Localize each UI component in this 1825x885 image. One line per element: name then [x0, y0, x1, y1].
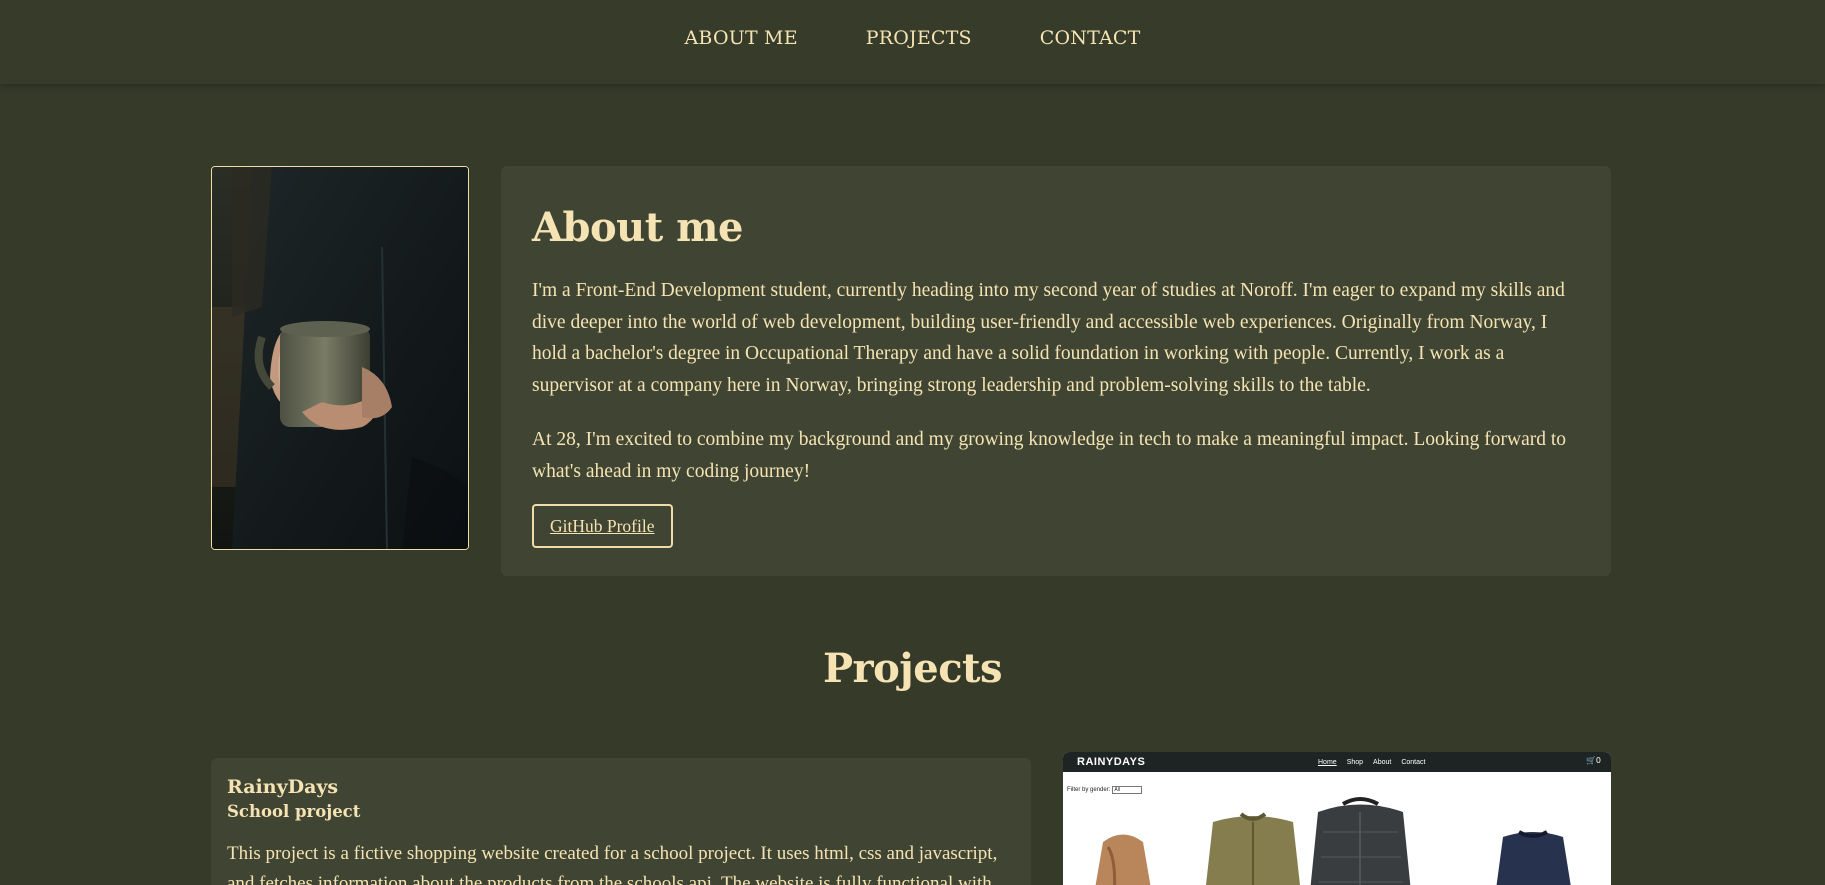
project-screenshot[interactable]: RAINYDAYS Home Shop About Contact 🛒0 Fil…	[1063, 752, 1611, 885]
nav-link-contact[interactable]: CONTACT	[1040, 27, 1141, 49]
screenshot-link-contact: Contact	[1401, 758, 1426, 766]
about-paragraph-2: At 28, I'm excited to combine my backgro…	[532, 429, 1567, 482]
about-title: About me	[532, 204, 743, 251]
screenshot-link-home: Home	[1318, 758, 1337, 766]
screenshot-products	[1095, 797, 1571, 885]
screenshot-link-about: About	[1373, 758, 1392, 766]
jacket-image-4	[1496, 830, 1571, 885]
github-profile-button[interactable]: GitHub Profile	[532, 504, 673, 548]
about-card: About me I'm a Front-End Development stu…	[501, 166, 1611, 576]
cart-icon: 🛒0	[1585, 756, 1601, 765]
screenshot-logo: RAINYDAYS	[1077, 756, 1146, 768]
main-nav: ABOUT ME PROJECTS CONTACT	[0, 0, 1825, 84]
screenshot-navbar: RAINYDAYS Home Shop About Contact 🛒0	[1063, 752, 1611, 772]
cart-count: 0	[1595, 756, 1601, 765]
project-name: RainyDays	[227, 776, 339, 798]
screenshot-link-shop: Shop	[1346, 758, 1364, 766]
coffee-mug-photo	[212, 167, 468, 549]
profile-photo	[211, 166, 469, 550]
project-subtitle: School project	[227, 802, 361, 821]
projects-title: Projects	[822, 645, 1003, 692]
jacket-image-2	[1206, 812, 1300, 885]
nav-link-about[interactable]: ABOUT ME	[685, 27, 798, 49]
project-description: This project is a fictive shopping websi…	[227, 843, 998, 885]
project-card: RainyDays School project This project is…	[211, 758, 1031, 885]
jacket-image-3	[1310, 797, 1411, 885]
jacket-image-1	[1095, 834, 1151, 885]
nav-link-projects[interactable]: PROJECTS	[866, 27, 972, 49]
screenshot-nav-links: Home Shop About Contact	[1318, 752, 1425, 772]
about-paragraph-1: I'm a Front-End Development student, cur…	[532, 280, 1565, 396]
